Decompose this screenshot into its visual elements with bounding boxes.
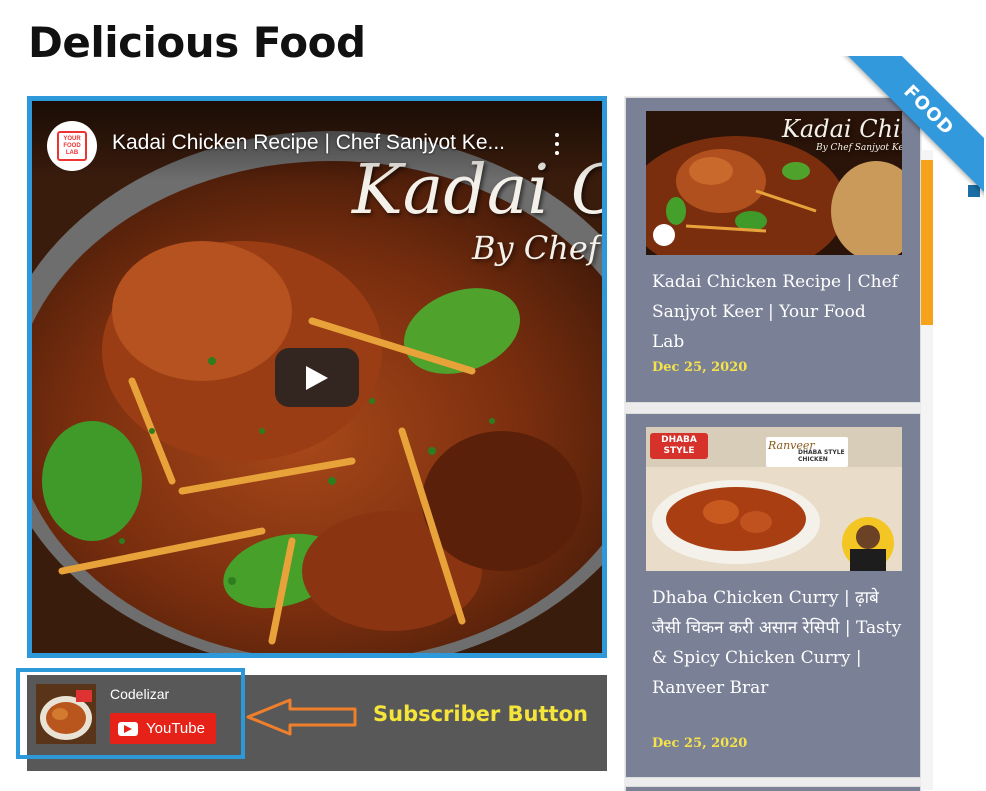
video-card-thumbnail[interactable]: DHABA STYLE Ranveer DHABA STYLE CHICKEN	[646, 427, 902, 571]
video-card-date: Dec 25, 2020	[652, 736, 748, 751]
ribbon-band: FOOD	[841, 56, 984, 198]
video-card-title[interactable]: Kadai Chicken Recipe | Chef Sanjyot Keer…	[652, 267, 902, 357]
video-card-date: Dec 25, 2020	[652, 360, 748, 375]
ribbon-label: FOOD	[899, 80, 959, 140]
page-title: Delicious Food	[28, 18, 366, 67]
subscriber-highlight-box	[16, 668, 245, 759]
channel-logo-text: YOUR FOOD LAB	[57, 131, 87, 161]
video-overlay-subscript: By Chef S	[472, 229, 602, 267]
more-vert-icon[interactable]	[552, 133, 562, 155]
left-arrow-icon	[246, 698, 357, 736]
card-thumb-badge: DHABA STYLE	[661, 435, 697, 456]
channel-logo[interactable]: YOUR FOOD LAB	[47, 121, 97, 171]
video-title[interactable]: Kadai Chicken Recipe | Chef Sanjyot Ke..…	[112, 131, 532, 155]
video-card[interactable]: DHABA STYLE Ranveer DHABA STYLE CHICKEN …	[625, 413, 921, 778]
play-button[interactable]	[275, 348, 359, 407]
play-icon	[306, 365, 328, 390]
card-thumb-caption: DHABA STYLE CHICKEN	[798, 449, 845, 463]
video-player[interactable]: Kadai C By Chef S YOUR FOOD LAB Kadai Ch…	[27, 96, 607, 658]
video-card[interactable]	[625, 786, 921, 791]
video-card-title[interactable]: Dhaba Chicken Curry | ढ़ाबे जैसी चिकन कर…	[652, 583, 902, 703]
subscriber-annotation: Subscriber Button	[373, 702, 588, 726]
corner-ribbon: FOOD	[834, 56, 984, 206]
